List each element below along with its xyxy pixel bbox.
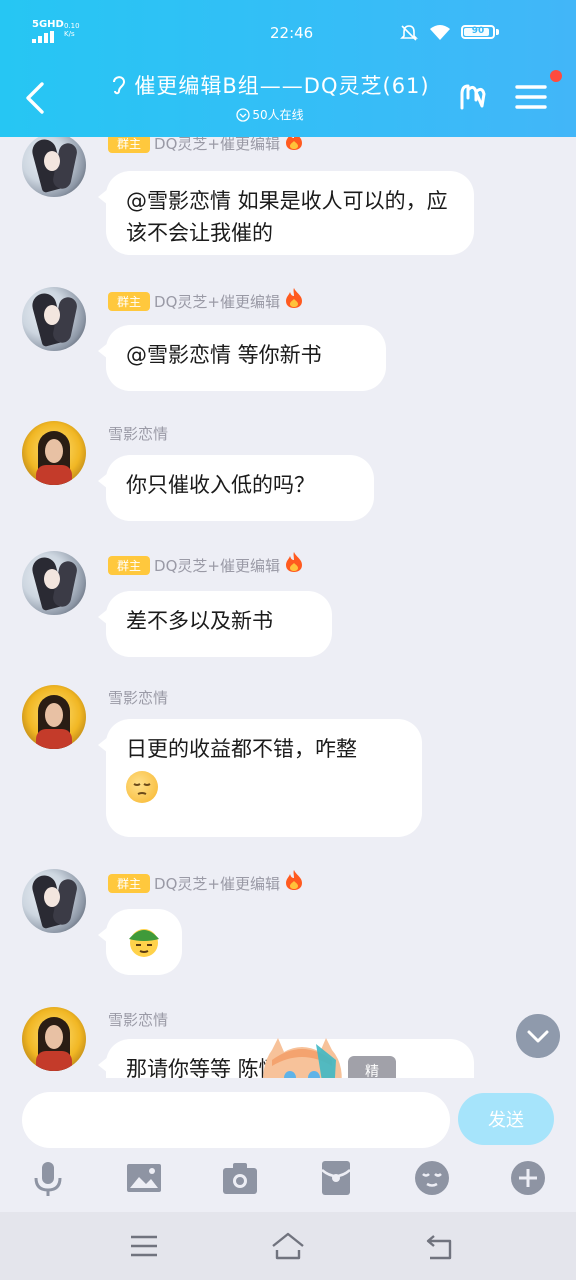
network-type: 5GHD: [32, 19, 64, 30]
sender-row: 群主 DQ灵芝+催更编辑: [108, 869, 305, 893]
title-area[interactable]: 催更编辑B组——DQ灵芝(61) 50人在线: [80, 70, 460, 123]
message-text: 你只催收入低的吗？: [126, 473, 315, 497]
message-bubble[interactable]: 你只催收入低的吗？: [98, 455, 374, 521]
turtle-emoji: [124, 923, 164, 959]
message-list[interactable]: 群主 DQ灵芝+催更编辑 @雪影恋情 如果是收人可以的，应该不会让我催的 群主 DQ…: [0, 137, 576, 1078]
avatar[interactable]: [22, 551, 86, 615]
ear-icon: [113, 76, 126, 95]
role-badge: 群主: [108, 292, 151, 311]
group-mascot-icon[interactable]: [456, 78, 490, 112]
sender-name: 雪影恋情: [108, 425, 169, 443]
menu-nav-icon[interactable]: [126, 1228, 162, 1264]
send-button[interactable]: 发送: [458, 1093, 554, 1145]
home-nav-icon[interactable]: [270, 1228, 306, 1264]
battery-icon: 90: [461, 25, 495, 39]
avatar[interactable]: [22, 137, 86, 197]
plus-icon[interactable]: [508, 1158, 548, 1198]
scroll-to-bottom-button[interactable]: [516, 1014, 560, 1058]
online-count: 50人在线: [80, 106, 460, 123]
online-count-text: 50人在线: [252, 108, 304, 122]
mic-icon[interactable]: [28, 1158, 68, 1198]
message-text: 差不多以及新书: [126, 609, 273, 633]
chevron-down-circle-icon: [236, 108, 251, 122]
sender-row: 雪影恋情: [108, 687, 168, 709]
signal-icon: [32, 31, 54, 43]
sender-name: DQ灵芝+催更编辑: [154, 293, 280, 311]
sender-name: DQ灵芝+催更编辑: [154, 137, 280, 153]
network-speed: 0.10 K/s: [64, 22, 80, 38]
message-text: @雪影恋情 如果是收人可以的，应该不会让我催的: [126, 189, 448, 245]
avatar[interactable]: [22, 869, 86, 933]
system-nav-bar: [0, 1212, 576, 1280]
back-button[interactable]: [18, 80, 54, 116]
chat-title-text: 催更编辑B组——DQ灵芝(61): [134, 74, 430, 98]
pensive-emoji: [126, 771, 158, 803]
battery-level: 90: [471, 26, 485, 36]
sender-name: 雪影恋情: [108, 1011, 169, 1029]
avatar[interactable]: [22, 287, 86, 351]
red-packet-icon[interactable]: [316, 1158, 356, 1198]
role-badge: 群主: [108, 556, 151, 575]
sender-row: 雪影恋情: [108, 423, 168, 445]
message-bubble[interactable]: 日更的收益都不错，咋整: [98, 719, 422, 837]
turtle-face-icon: [129, 929, 159, 957]
message-text: @雪影恋情 等你新书: [126, 343, 322, 367]
mute-bell-icon: [400, 25, 418, 41]
flame-icon: [285, 137, 302, 150]
input-bar: 发送: [0, 1078, 576, 1154]
message-input[interactable]: [22, 1092, 450, 1148]
avatar[interactable]: [22, 421, 86, 485]
role-badge: 群主: [108, 874, 151, 893]
chat-title: 催更编辑B组——DQ灵芝(61): [80, 70, 460, 100]
message-bubble[interactable]: @雪影恋情 等你新书: [98, 325, 386, 391]
clock: 22:46: [270, 24, 314, 42]
sender-name: DQ灵芝+催更编辑: [154, 875, 280, 893]
message-bubble[interactable]: 差不多以及新书: [98, 591, 332, 657]
menu-icon[interactable]: [514, 80, 548, 114]
role-badge: 群主: [108, 137, 151, 153]
sender-row: 群主 DQ灵芝+催更编辑: [108, 287, 305, 311]
message-bubble[interactable]: [98, 909, 182, 975]
sender-row: 群主 DQ灵芝+催更编辑: [108, 137, 305, 153]
chat-toolbar: [0, 1154, 576, 1212]
back-nav-icon[interactable]: [422, 1228, 458, 1264]
message-text: 日更的收益都不错，咋整: [126, 737, 357, 761]
wifi-icon: [430, 25, 450, 40]
avatar[interactable]: [22, 685, 86, 749]
sender-name: 雪影恋情: [108, 689, 169, 707]
chat-header: 5GHD 0.10 K/s 22:46 90 催更编辑B组——DQ灵芝(61) …: [0, 0, 576, 137]
flame-icon: [285, 870, 302, 890]
sender-row: 群主 DQ灵芝+催更编辑: [108, 551, 305, 575]
sender-row: 雪影恋情: [108, 1009, 168, 1031]
notification-dot: [550, 70, 562, 82]
emoji-icon[interactable]: [412, 1158, 452, 1198]
avatar[interactable]: [22, 1007, 86, 1071]
sender-name: DQ灵芝+催更编辑: [154, 557, 280, 575]
flame-icon: [285, 288, 302, 308]
pensive-face-icon: [133, 783, 151, 795]
image-icon[interactable]: [124, 1158, 164, 1198]
flame-icon: [285, 552, 302, 572]
message-bubble[interactable]: @雪影恋情 如果是收人可以的，应该不会让我催的: [98, 171, 474, 255]
camera-icon[interactable]: [220, 1158, 260, 1198]
battery-tip: [496, 29, 499, 35]
